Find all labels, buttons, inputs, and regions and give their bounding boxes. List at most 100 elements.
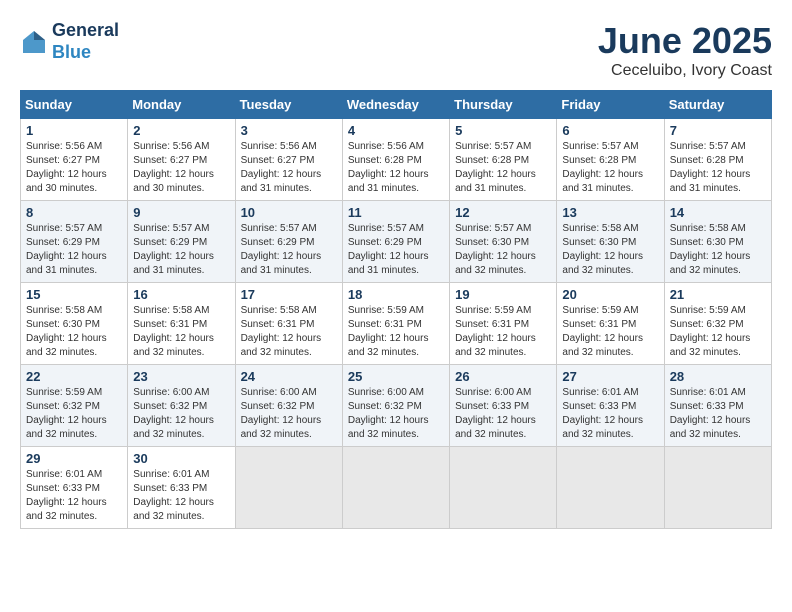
table-row: [235, 447, 342, 529]
day-number: 13: [562, 205, 658, 220]
table-row: 7 Sunrise: 5:57 AM Sunset: 6:28 PM Dayli…: [664, 119, 771, 201]
table-row: 19 Sunrise: 5:59 AM Sunset: 6:31 PM Dayl…: [450, 283, 557, 365]
table-row: 8 Sunrise: 5:57 AM Sunset: 6:29 PM Dayli…: [21, 201, 128, 283]
table-row: [557, 447, 664, 529]
calendar-title: June 2025: [598, 20, 772, 62]
day-number: 5: [455, 123, 551, 138]
day-info: Sunrise: 6:01 AM Sunset: 6:33 PM Dayligh…: [26, 468, 122, 524]
day-number: 25: [348, 369, 444, 384]
header-wednesday: Wednesday: [342, 91, 449, 119]
day-number: 19: [455, 287, 551, 302]
title-area: June 2025 Ceceluibo, Ivory Coast: [598, 20, 772, 80]
day-number: 23: [133, 369, 229, 384]
day-info: Sunrise: 5:56 AM Sunset: 6:27 PM Dayligh…: [26, 140, 122, 196]
day-info: Sunrise: 5:56 AM Sunset: 6:27 PM Dayligh…: [241, 140, 337, 196]
table-row: 10 Sunrise: 5:57 AM Sunset: 6:29 PM Dayl…: [235, 201, 342, 283]
day-info: Sunrise: 5:59 AM Sunset: 6:31 PM Dayligh…: [348, 304, 444, 360]
day-number: 28: [670, 369, 766, 384]
table-row: 16 Sunrise: 5:58 AM Sunset: 6:31 PM Dayl…: [128, 283, 235, 365]
header-saturday: Saturday: [664, 91, 771, 119]
day-info: Sunrise: 6:01 AM Sunset: 6:33 PM Dayligh…: [562, 386, 658, 442]
day-info: Sunrise: 6:00 AM Sunset: 6:32 PM Dayligh…: [348, 386, 444, 442]
weekday-header-row: Sunday Monday Tuesday Wednesday Thursday…: [21, 91, 772, 119]
day-info: Sunrise: 5:58 AM Sunset: 6:30 PM Dayligh…: [562, 222, 658, 278]
table-row: 30 Sunrise: 6:01 AM Sunset: 6:33 PM Dayl…: [128, 447, 235, 529]
day-number: 16: [133, 287, 229, 302]
table-row: 23 Sunrise: 6:00 AM Sunset: 6:32 PM Dayl…: [128, 365, 235, 447]
day-number: 8: [26, 205, 122, 220]
calendar-row: 15 Sunrise: 5:58 AM Sunset: 6:30 PM Dayl…: [21, 283, 772, 365]
calendar-row: 8 Sunrise: 5:57 AM Sunset: 6:29 PM Dayli…: [21, 201, 772, 283]
calendar-row: 29 Sunrise: 6:01 AM Sunset: 6:33 PM Dayl…: [21, 447, 772, 529]
day-info: Sunrise: 5:57 AM Sunset: 6:28 PM Dayligh…: [670, 140, 766, 196]
day-number: 14: [670, 205, 766, 220]
table-row: 4 Sunrise: 5:56 AM Sunset: 6:28 PM Dayli…: [342, 119, 449, 201]
table-row: 3 Sunrise: 5:56 AM Sunset: 6:27 PM Dayli…: [235, 119, 342, 201]
logo-line2: Blue: [52, 42, 119, 64]
day-info: Sunrise: 5:59 AM Sunset: 6:31 PM Dayligh…: [562, 304, 658, 360]
day-info: Sunrise: 5:57 AM Sunset: 6:29 PM Dayligh…: [241, 222, 337, 278]
day-number: 30: [133, 451, 229, 466]
day-info: Sunrise: 5:57 AM Sunset: 6:28 PM Dayligh…: [562, 140, 658, 196]
table-row: 21 Sunrise: 5:59 AM Sunset: 6:32 PM Dayl…: [664, 283, 771, 365]
header-thursday: Thursday: [450, 91, 557, 119]
day-info: Sunrise: 6:00 AM Sunset: 6:32 PM Dayligh…: [241, 386, 337, 442]
day-number: 18: [348, 287, 444, 302]
day-info: Sunrise: 6:01 AM Sunset: 6:33 PM Dayligh…: [670, 386, 766, 442]
table-row: 25 Sunrise: 6:00 AM Sunset: 6:32 PM Dayl…: [342, 365, 449, 447]
table-row: 2 Sunrise: 5:56 AM Sunset: 6:27 PM Dayli…: [128, 119, 235, 201]
day-info: Sunrise: 6:01 AM Sunset: 6:33 PM Dayligh…: [133, 468, 229, 524]
day-info: Sunrise: 5:57 AM Sunset: 6:29 PM Dayligh…: [133, 222, 229, 278]
logo-icon: [20, 28, 48, 56]
header-tuesday: Tuesday: [235, 91, 342, 119]
day-number: 7: [670, 123, 766, 138]
day-number: 1: [26, 123, 122, 138]
day-number: 15: [26, 287, 122, 302]
day-number: 21: [670, 287, 766, 302]
day-info: Sunrise: 6:00 AM Sunset: 6:32 PM Dayligh…: [133, 386, 229, 442]
day-info: Sunrise: 5:58 AM Sunset: 6:30 PM Dayligh…: [670, 222, 766, 278]
table-row: 5 Sunrise: 5:57 AM Sunset: 6:28 PM Dayli…: [450, 119, 557, 201]
table-row: 12 Sunrise: 5:57 AM Sunset: 6:30 PM Dayl…: [450, 201, 557, 283]
table-row: 14 Sunrise: 5:58 AM Sunset: 6:30 PM Dayl…: [664, 201, 771, 283]
table-row: 28 Sunrise: 6:01 AM Sunset: 6:33 PM Dayl…: [664, 365, 771, 447]
day-info: Sunrise: 5:58 AM Sunset: 6:30 PM Dayligh…: [26, 304, 122, 360]
table-row: 1 Sunrise: 5:56 AM Sunset: 6:27 PM Dayli…: [21, 119, 128, 201]
day-info: Sunrise: 5:57 AM Sunset: 6:29 PM Dayligh…: [348, 222, 444, 278]
day-number: 26: [455, 369, 551, 384]
calendar-table: Sunday Monday Tuesday Wednesday Thursday…: [20, 90, 772, 529]
day-info: Sunrise: 5:57 AM Sunset: 6:28 PM Dayligh…: [455, 140, 551, 196]
day-number: 4: [348, 123, 444, 138]
day-number: 3: [241, 123, 337, 138]
day-number: 29: [26, 451, 122, 466]
table-row: 29 Sunrise: 6:01 AM Sunset: 6:33 PM Dayl…: [21, 447, 128, 529]
table-row: [450, 447, 557, 529]
table-row: 11 Sunrise: 5:57 AM Sunset: 6:29 PM Dayl…: [342, 201, 449, 283]
day-info: Sunrise: 6:00 AM Sunset: 6:33 PM Dayligh…: [455, 386, 551, 442]
table-row: 17 Sunrise: 5:58 AM Sunset: 6:31 PM Dayl…: [235, 283, 342, 365]
header-friday: Friday: [557, 91, 664, 119]
day-info: Sunrise: 5:57 AM Sunset: 6:29 PM Dayligh…: [26, 222, 122, 278]
logo-line1: General: [52, 20, 119, 42]
table-row: 13 Sunrise: 5:58 AM Sunset: 6:30 PM Dayl…: [557, 201, 664, 283]
day-info: Sunrise: 5:56 AM Sunset: 6:27 PM Dayligh…: [133, 140, 229, 196]
table-row: 15 Sunrise: 5:58 AM Sunset: 6:30 PM Dayl…: [21, 283, 128, 365]
day-info: Sunrise: 5:59 AM Sunset: 6:31 PM Dayligh…: [455, 304, 551, 360]
day-info: Sunrise: 5:58 AM Sunset: 6:31 PM Dayligh…: [241, 304, 337, 360]
table-row: 22 Sunrise: 5:59 AM Sunset: 6:32 PM Dayl…: [21, 365, 128, 447]
day-info: Sunrise: 5:57 AM Sunset: 6:30 PM Dayligh…: [455, 222, 551, 278]
logo: General Blue: [20, 20, 119, 63]
day-number: 22: [26, 369, 122, 384]
page-header: General Blue June 2025 Ceceluibo, Ivory …: [20, 20, 772, 80]
day-number: 12: [455, 205, 551, 220]
day-info: Sunrise: 5:58 AM Sunset: 6:31 PM Dayligh…: [133, 304, 229, 360]
table-row: 27 Sunrise: 6:01 AM Sunset: 6:33 PM Dayl…: [557, 365, 664, 447]
day-number: 10: [241, 205, 337, 220]
header-monday: Monday: [128, 91, 235, 119]
table-row: 24 Sunrise: 6:00 AM Sunset: 6:32 PM Dayl…: [235, 365, 342, 447]
day-number: 11: [348, 205, 444, 220]
day-number: 2: [133, 123, 229, 138]
day-info: Sunrise: 5:59 AM Sunset: 6:32 PM Dayligh…: [26, 386, 122, 442]
calendar-subtitle: Ceceluibo, Ivory Coast: [598, 62, 772, 80]
day-number: 24: [241, 369, 337, 384]
